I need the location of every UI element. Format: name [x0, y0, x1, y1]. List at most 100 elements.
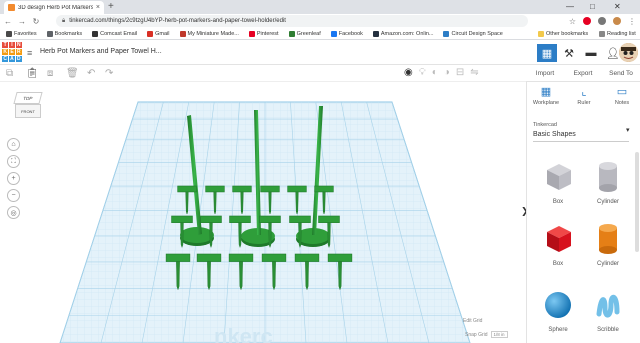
library-select[interactable]: Basic Shapes: [533, 131, 576, 138]
shape-box-red[interactable]: Box: [535, 222, 581, 267]
logo-letter: T: [2, 42, 9, 49]
send-to-button[interactable]: Send To: [602, 65, 640, 81]
more-menu-icon[interactable]: ⋮: [628, 17, 636, 26]
logo-letter: D: [15, 55, 22, 62]
export-button[interactable]: Export: [564, 65, 602, 81]
bookmark-icon: [92, 30, 99, 37]
shape-label: Scribble: [597, 327, 619, 333]
box-gray-icon: [547, 164, 571, 190]
workplane-scene[interactable]: nkerc: [0, 82, 526, 343]
address-bar[interactable]: 🔒︎ tinkercad.com/things/2c9tzgU4bYP-herb…: [56, 15, 528, 27]
notes-icon: ▭: [616, 86, 628, 98]
close-tab-icon[interactable]: ×: [96, 4, 100, 11]
circuits-icon[interactable]: ▬: [581, 44, 601, 62]
notes-button[interactable]: ▭ Notes: [603, 86, 640, 106]
app-header: T I N K E R C A D ≡ Herb Pot Markers and…: [0, 40, 640, 65]
panel-scrollbar[interactable]: [635, 152, 639, 252]
zoom-in-icon[interactable]: +: [7, 172, 20, 185]
fit-view-icon[interactable]: ⛶: [7, 155, 20, 168]
logo-letter: E: [8, 48, 16, 56]
back-arrow-icon[interactable]: ←: [4, 17, 12, 26]
workplane-canvas[interactable]: nkerc TOP FRONT ⌂ ⛶ + − ◎ Edit Grid Snap…: [0, 82, 526, 343]
bookmark-item[interactable]: Amazon.com: Onlin...: [372, 30, 433, 37]
bookmark-item[interactable]: Comcast Email: [92, 30, 137, 37]
logo-letter: A: [8, 55, 16, 62]
logo-letter: I: [8, 42, 16, 49]
reload-icon[interactable]: ↻: [32, 17, 40, 26]
delete-icon[interactable]: 🗑︎: [66, 68, 79, 79]
bookmark-item[interactable]: My Miniature Made...: [179, 30, 239, 37]
import-button[interactable]: Import: [526, 65, 564, 81]
paste-icon[interactable]: 📋︎: [26, 68, 39, 79]
home-view-icon[interactable]: ⌂: [7, 138, 20, 151]
snap-grid-select[interactable]: 1/8 in: [490, 331, 508, 338]
logo-letter: R: [15, 48, 22, 56]
bookmark-item[interactable]: Facebook: [330, 30, 363, 37]
url-text: tinkercad.com/things/2c9tzgU4bYP-herb-po…: [69, 18, 286, 24]
undo-icon[interactable]: ↶: [87, 68, 95, 79]
shape-scribble[interactable]: Scribble: [585, 288, 631, 333]
bookmark-item[interactable]: Gmail: [147, 30, 170, 37]
cylinder-orange-icon: [599, 224, 617, 254]
design-title[interactable]: Herb Pot Markers and Paper Towel H...: [40, 48, 162, 55]
logo-letter: K: [2, 48, 9, 56]
shape-cylinder-gray[interactable]: Cylinder: [585, 160, 631, 205]
minimize-button[interactable]: —: [566, 1, 574, 13]
pinterest-extension-icon[interactable]: [583, 17, 591, 25]
browser-tab[interactable]: 3D design Herb Pot Markers and ×: [4, 1, 104, 14]
bookmark-item[interactable]: Favorites: [6, 30, 37, 37]
reading-list[interactable]: Reading list: [599, 28, 636, 40]
shape-box-gray[interactable]: Box: [535, 160, 581, 205]
cylinder-gray-icon: [599, 162, 617, 192]
extension-icon[interactable]: [598, 17, 606, 25]
new-tab-button[interactable]: +: [108, 1, 114, 13]
other-bookmarks[interactable]: Other bookmarks: [538, 28, 588, 40]
library-category: Tinkercad: [533, 122, 557, 128]
redo-icon[interactable]: ↷: [105, 68, 113, 79]
bookmark-item[interactable]: Pinterest: [248, 30, 279, 37]
sphere-blue-icon: [545, 292, 571, 318]
menu-icon[interactable]: ≡: [27, 48, 32, 58]
edit-toolbar: ⧉ 📋︎ ⧈ 🗑︎ ↶ ↷ ◉ 💡︎ ◐ ◑ ⊟ ⇋: [0, 65, 526, 82]
user-avatar[interactable]: [619, 43, 638, 62]
bookmark-item[interactable]: Bookmarks: [46, 30, 82, 37]
extensions-area: ☆ ⋮: [569, 15, 636, 27]
view-cube-front[interactable]: FRONT: [15, 104, 41, 118]
shape-sphere-blue[interactable]: Sphere: [535, 288, 581, 333]
logo-letter: N: [15, 42, 22, 49]
view-cube[interactable]: TOP FRONT: [13, 92, 43, 122]
forward-arrow-icon[interactable]: →: [18, 17, 26, 26]
view-cube-top[interactable]: TOP: [13, 92, 43, 104]
bookmark-item[interactable]: Greenleaf: [288, 30, 321, 37]
workplane-button[interactable]: ▦ Workplane: [527, 86, 565, 106]
copy-icon[interactable]: ⧉: [6, 68, 13, 79]
right-panel: ▦ Workplane ⌞ Ruler ▭ Notes Tinkercad Ba…: [526, 82, 640, 343]
build-hammer-icon[interactable]: ⚒: [559, 44, 579, 62]
profile-icon[interactable]: [613, 17, 621, 25]
group-icon[interactable]: ◐: [432, 67, 438, 78]
shape-label: Cylinder: [596, 261, 619, 267]
show-all-icon[interactable]: ◉: [404, 67, 413, 78]
maximize-button[interactable]: □: [590, 1, 595, 13]
bookmark-icon: [330, 30, 337, 37]
shape-cylinder-orange[interactable]: Cylinder: [585, 222, 631, 267]
workplane-label: Workplane: [532, 100, 560, 106]
ungroup-icon[interactable]: ◑: [444, 67, 450, 78]
light-bulb-icon[interactable]: 💡︎: [419, 67, 426, 78]
lock-icon: 🔒︎: [62, 17, 66, 24]
edit-grid-button[interactable]: Edit Grid: [463, 318, 482, 324]
zoom-out-icon[interactable]: −: [7, 189, 20, 202]
dropdown-arrow-icon[interactable]: ▾: [626, 126, 630, 134]
mirror-icon[interactable]: ⇋: [470, 67, 478, 78]
duplicate-icon[interactable]: ⧈: [47, 68, 53, 79]
tinkercad-logo[interactable]: T I N K E R C A D: [2, 42, 22, 62]
folder-icon: [538, 31, 544, 37]
3d-view-grid-icon[interactable]: ▦: [537, 44, 557, 62]
ruler-button[interactable]: ⌞ Ruler: [565, 86, 603, 106]
star-icon[interactable]: ☆: [569, 17, 576, 26]
close-window-button[interactable]: ✕: [614, 1, 621, 13]
shape-label: Box: [552, 199, 564, 205]
bookmark-item[interactable]: Circuit Design Space: [443, 30, 503, 37]
align-icon[interactable]: ⊟: [456, 67, 464, 78]
orthographic-icon[interactable]: ◎: [7, 206, 20, 219]
